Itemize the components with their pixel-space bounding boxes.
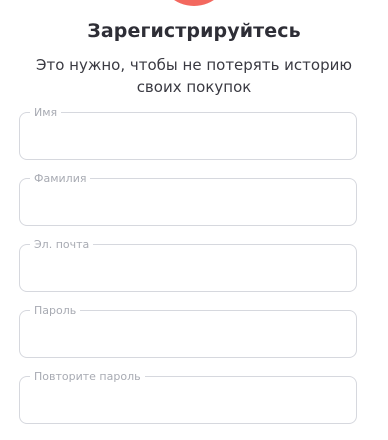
repeat-password-input[interactable] xyxy=(32,387,344,413)
first-name-input[interactable] xyxy=(32,123,344,149)
last-name-field[interactable]: Фамилия xyxy=(19,172,357,226)
first-name-label: Имя xyxy=(30,106,62,119)
password-input[interactable] xyxy=(32,321,344,347)
email-field[interactable]: Эл. почта xyxy=(19,238,357,292)
last-name-input[interactable] xyxy=(32,189,344,215)
password-label: Пароль xyxy=(30,304,81,317)
repeat-password-field[interactable]: Повторите пароль xyxy=(19,370,357,424)
first-name-field[interactable]: Имя xyxy=(19,106,357,160)
email-label: Эл. почта xyxy=(30,238,94,251)
page-title: Зарегистрируйтесь xyxy=(87,20,301,42)
logo xyxy=(158,0,230,6)
email-input[interactable] xyxy=(32,255,344,281)
repeat-password-label: Повторите пароль xyxy=(30,370,145,383)
page-subtitle: Это нужно, чтобы не потерять историю сво… xyxy=(36,56,352,96)
password-field[interactable]: Пароль xyxy=(19,304,357,358)
last-name-label: Фамилия xyxy=(30,172,91,185)
